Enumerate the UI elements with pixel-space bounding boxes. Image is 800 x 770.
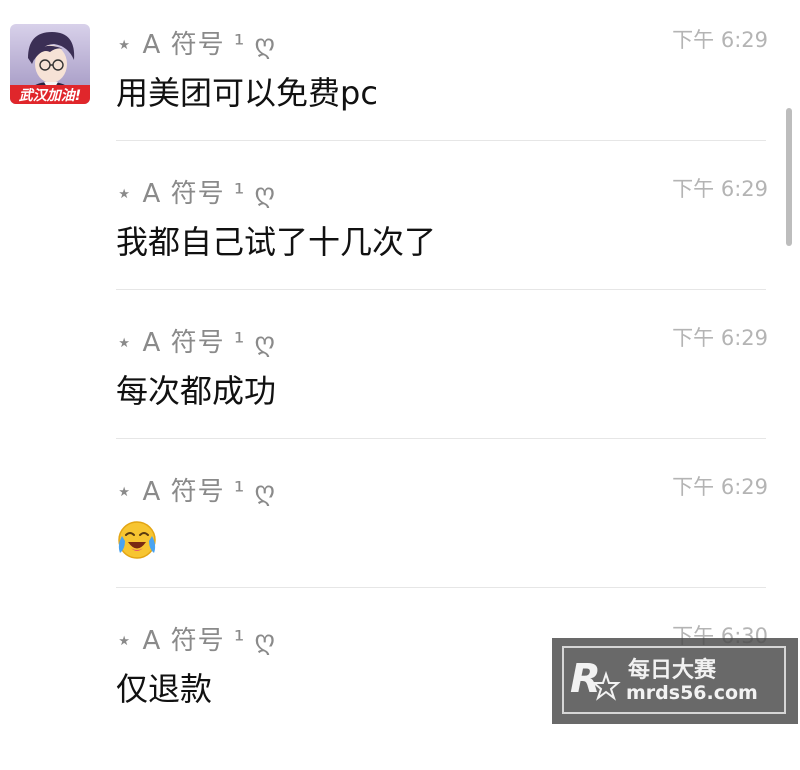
- message-time: 下午 6:29: [672, 28, 768, 52]
- sender-name: ⋆ A 符号 ¹ ღ: [116, 626, 276, 656]
- message-item[interactable]: ⋆ A 符号 ¹ ღ 下午 6:29 我都自己试了十几次了: [116, 173, 768, 323]
- message-time: 下午 6:29: [672, 326, 768, 350]
- watermark-logo-icon: R: [570, 656, 621, 702]
- message-time: 下午 6:29: [672, 177, 768, 201]
- watermark-url: mrds56.com: [626, 682, 758, 704]
- avatar-badge-text: 武汉加油!: [19, 87, 81, 104]
- sender-name: ⋆ A 符号 ¹ ღ: [116, 179, 276, 209]
- message-divider: [116, 289, 766, 290]
- avatar[interactable]: 武汉加油!: [10, 24, 90, 104]
- message-divider: [116, 140, 766, 141]
- face-with-tears-of-joy-icon: [118, 521, 156, 559]
- message-item[interactable]: ⋆ A 符号 ¹ ღ 下午 6:29 用美团可以免费pc: [116, 24, 768, 174]
- sender-name: ⋆ A 符号 ¹ ღ: [116, 477, 276, 507]
- message-time: 下午 6:29: [672, 475, 768, 499]
- watermark: R 每日大赛 mrds56.com: [552, 638, 798, 724]
- watermark-title: 每日大赛: [628, 658, 717, 683]
- message-item[interactable]: ⋆ A 符号 ¹ ღ 下午 6:29: [116, 471, 768, 621]
- message-divider: [116, 438, 766, 439]
- message-text: 每次都成功: [116, 372, 277, 410]
- message-text: 我都自己试了十几次了: [116, 223, 437, 261]
- sender-name: ⋆ A 符号 ¹ ღ: [116, 30, 276, 60]
- message-divider: [116, 587, 766, 588]
- message-text: 仅退款: [116, 670, 213, 708]
- sender-name: ⋆ A 符号 ¹ ღ: [116, 328, 276, 358]
- svg-text:R: R: [570, 656, 601, 702]
- message-text: 用美团可以免费pc: [116, 74, 378, 112]
- message-item[interactable]: ⋆ A 符号 ¹ ღ 下午 6:29 每次都成功: [116, 322, 768, 472]
- scrollbar[interactable]: [786, 108, 792, 246]
